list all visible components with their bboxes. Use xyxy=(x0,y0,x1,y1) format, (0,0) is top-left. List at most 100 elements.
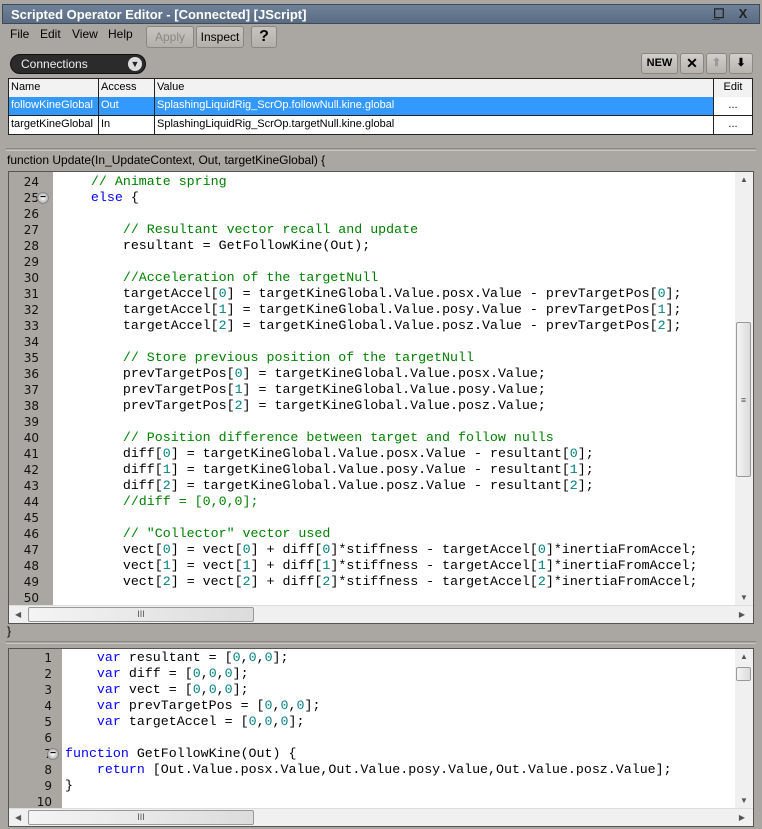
code-line[interactable]: function GetFollowKine(Out) { xyxy=(65,746,735,762)
splitter[interactable] xyxy=(6,148,756,151)
table-row[interactable]: followKineGlobal Out SplashingLiquidRig_… xyxy=(9,97,752,116)
horizontal-scrollbar[interactable]: ◀ III ▶ xyxy=(9,605,753,623)
scroll-up-icon[interactable]: ▲ xyxy=(740,175,748,184)
horizontal-scrollbar[interactable]: ◀ III ▶ xyxy=(9,808,753,826)
code-line[interactable]: vect[1] = vect[1] + diff[1]*stiffness - … xyxy=(59,558,735,574)
number-token: 1 xyxy=(218,302,227,317)
code-token: = xyxy=(186,478,195,493)
vertical-scrollbar[interactable]: ▲ ▼ xyxy=(735,649,753,808)
close-button[interactable]: X xyxy=(733,5,753,23)
code-line[interactable] xyxy=(59,590,735,606)
menu-view[interactable]: View xyxy=(72,27,98,41)
code-lines[interactable]: var resultant = [0,0,0]; var diff = [0,0… xyxy=(65,649,735,808)
code-line[interactable]: // Store previous position of the target… xyxy=(59,350,735,366)
code-line[interactable]: var prevTargetPos = [0,0,0]; xyxy=(65,698,735,714)
code-line[interactable]: // Position difference between target an… xyxy=(59,430,735,446)
help-button[interactable]: ? xyxy=(251,26,277,48)
globals-code-editor[interactable]: 1234567−8910 var resultant = [0,0,0]; va… xyxy=(8,648,754,827)
code-line[interactable]: targetAccel[0] = targetKineGlobal.Value.… xyxy=(59,286,735,302)
code-line[interactable]: vect[2] = vect[2] + diff[2]*stiffness - … xyxy=(59,574,735,590)
update-code-editor[interactable]: 24 25−26 27 28 29 30 31 32 33 34 35 36 37 38 39 40 41 42 4… xyxy=(8,171,754,624)
code-line[interactable]: var vect = [0,0,0]; xyxy=(65,682,735,698)
code-line[interactable]: prevTargetPos[0] = targetKineGlobal.Valu… xyxy=(59,366,735,382)
code-line[interactable]: var targetAccel = [0,0,0]; xyxy=(65,714,735,730)
header-name[interactable]: Name xyxy=(9,79,99,97)
code-line[interactable] xyxy=(59,414,735,430)
header-value[interactable]: Value xyxy=(155,79,714,97)
vertical-scrollbar[interactable]: ▲ ≡ ▼ xyxy=(735,172,753,605)
cell-access[interactable]: Out xyxy=(99,97,155,115)
scroll-right-icon[interactable]: ▶ xyxy=(739,813,745,822)
code-line[interactable]: prevTargetPos[1] = targetKineGlobal.Valu… xyxy=(59,382,735,398)
menu-help[interactable]: Help xyxy=(108,27,133,41)
cell-name[interactable]: followKineGlobal xyxy=(9,97,99,115)
code-line[interactable]: var resultant = [0,0,0]; xyxy=(65,650,735,666)
code-token: Value xyxy=(497,366,538,381)
code-line[interactable]: // Resultant vector recall and update xyxy=(59,222,735,238)
code-line[interactable]: resultant = GetFollowKine(Out); xyxy=(59,238,735,254)
code-token: targetAccel xyxy=(442,574,530,589)
code-line[interactable]: // Animate spring xyxy=(59,174,735,190)
code-line[interactable]: } xyxy=(65,778,735,794)
cell-access[interactable]: In xyxy=(99,116,155,134)
menu-edit[interactable]: Edit xyxy=(40,27,61,41)
cell-value[interactable]: SplashingLiquidRig_ScrOp.targetNull.kine… xyxy=(155,116,714,134)
scroll-up-icon[interactable]: ▲ xyxy=(740,652,748,661)
cell-value[interactable]: SplashingLiquidRig_ScrOp.followNull.kine… xyxy=(155,97,714,115)
code-line[interactable] xyxy=(59,510,735,526)
code-line[interactable] xyxy=(59,254,735,270)
move-up-button[interactable]: ⬆ xyxy=(706,53,727,74)
scroll-down-icon[interactable]: ▼ xyxy=(740,796,748,805)
code-line[interactable] xyxy=(59,334,735,350)
move-down-button[interactable]: ⬇ xyxy=(729,53,753,74)
code-line[interactable] xyxy=(65,730,735,746)
inspect-button[interactable]: Inspect xyxy=(196,26,244,48)
code-line[interactable]: targetAccel[2] = targetKineGlobal.Value.… xyxy=(59,318,735,334)
code-line[interactable]: diff[2] = targetKineGlobal.Value.posz.Va… xyxy=(59,478,735,494)
header-access[interactable]: Access xyxy=(99,79,155,97)
scroll-left-icon[interactable]: ◀ xyxy=(15,813,21,822)
code-token: vect xyxy=(122,574,155,589)
splitter[interactable] xyxy=(6,641,756,644)
code-token: prevTargetPos xyxy=(122,366,227,381)
code-line[interactable]: vect[0] = vect[0] + diff[0]*stiffness - … xyxy=(59,542,735,558)
scroll-thumb[interactable] xyxy=(736,667,751,681)
scroll-thumb[interactable]: ≡ xyxy=(736,322,751,477)
table-row[interactable]: targetKineGlobal In SplashingLiquidRig_S… xyxy=(9,116,752,135)
code-line[interactable]: //diff = [0,0,0]; xyxy=(59,494,735,510)
line-number: 27 xyxy=(23,223,39,237)
code-line[interactable]: diff[1] = targetKineGlobal.Value.posy.Va… xyxy=(59,462,735,478)
fold-toggle-icon[interactable]: − xyxy=(47,748,59,760)
scroll-down-icon[interactable]: ▼ xyxy=(740,593,748,602)
maximize-button[interactable]: ☐ xyxy=(709,5,729,23)
edit-button[interactable]: ... xyxy=(714,97,752,115)
delete-connection-button[interactable]: ✕ xyxy=(680,53,704,74)
menu-file[interactable]: File xyxy=(10,27,29,41)
code-line[interactable]: else { xyxy=(59,190,735,206)
code-line[interactable]: // "Collector" vector used xyxy=(59,526,735,542)
scroll-thumb[interactable]: III xyxy=(28,607,254,622)
scroll-left-icon[interactable]: ◀ xyxy=(15,610,21,619)
scroll-right-icon[interactable]: ▶ xyxy=(739,610,745,619)
code-line[interactable]: prevTargetPos[2] = targetKineGlobal.Valu… xyxy=(59,398,735,414)
cell-name[interactable]: targetKineGlobal xyxy=(9,116,99,134)
line-number: 49 xyxy=(23,575,39,589)
new-connection-button[interactable]: NEW xyxy=(641,53,678,74)
code-line[interactable]: diff[0] = targetKineGlobal.Value.posx.Va… xyxy=(59,446,735,462)
edit-button[interactable]: ... xyxy=(714,116,752,134)
code-line[interactable]: return [Out.Value.posx.Value,Out.Value.p… xyxy=(65,762,735,778)
code-line[interactable]: targetAccel[1] = targetKineGlobal.Value.… xyxy=(59,302,735,318)
code-token: targetAccel xyxy=(122,286,211,301)
scroll-thumb[interactable]: III xyxy=(28,810,254,825)
code-lines[interactable]: // Animate spring else { // Resultant ve… xyxy=(59,172,735,605)
connections-dropdown[interactable]: Connections ▼ xyxy=(10,54,146,74)
code-line[interactable]: //Acceleration of the targetNull xyxy=(59,270,735,286)
header-edit[interactable]: Edit xyxy=(714,79,752,97)
fold-toggle-icon[interactable]: − xyxy=(37,192,49,204)
apply-button[interactable]: Apply xyxy=(146,26,194,48)
code-line[interactable] xyxy=(59,206,735,222)
code-line[interactable]: var diff = [0,0,0]; xyxy=(65,666,735,682)
